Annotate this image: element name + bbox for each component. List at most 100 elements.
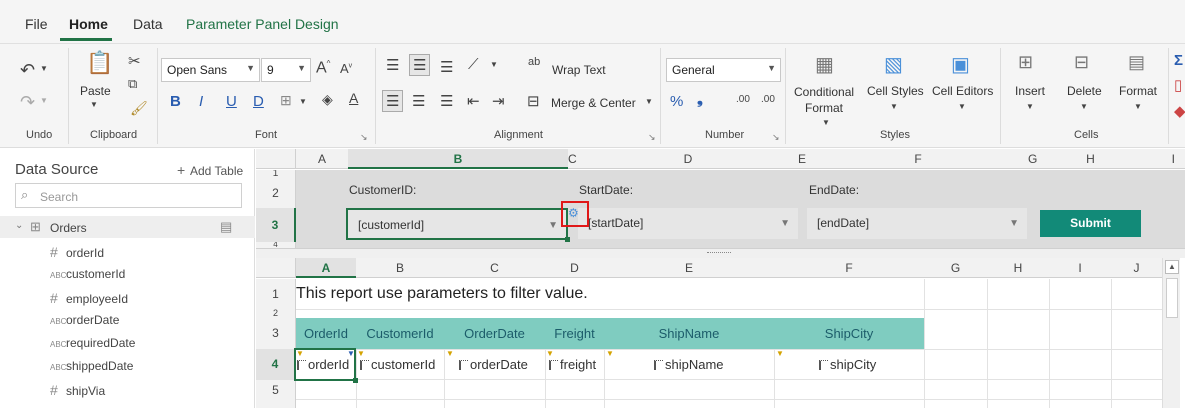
end-date-input[interactable]: [endDate] ▼ [807,208,1027,239]
increase-font-icon[interactable]: A^ [316,59,330,77]
tab-file[interactable]: File [25,16,48,32]
param-row-header[interactable]: 3 [256,208,296,242]
conditional-format-button[interactable]: Conditional Format [794,84,854,116]
sheet-row-header[interactable]: 4 [256,349,296,380]
sheet-column-header[interactable]: F [774,258,924,278]
param-column-header[interactable]: H [1038,149,1143,169]
sheet-column-header[interactable]: G [924,258,987,278]
tab-home[interactable]: Home [69,16,108,32]
border-icon[interactable]: ⊞ [280,92,292,109]
number-launcher-icon[interactable]: ↘ [772,132,780,143]
chevron-down-icon[interactable]: ▼ [1026,102,1034,111]
paste-button[interactable]: Paste [80,84,111,98]
paste-icon[interactable]: 📋 [86,50,113,76]
data-cell[interactable]: freight [549,350,604,379]
field-item[interactable]: # orderId [50,244,104,260]
chevron-down-icon[interactable]: ▼ [1080,102,1088,111]
chevron-down-icon[interactable]: ▼ [1134,102,1142,111]
field-item[interactable]: # shipVia [50,382,105,398]
alignment-launcher-icon[interactable]: ↘ [648,132,656,143]
redo-icon[interactable]: ↷ [20,92,35,113]
format-button[interactable]: Format [1119,84,1157,98]
select-all-corner[interactable] [256,258,296,278]
align-left-icon[interactable]: ☰ [382,90,404,112]
header-cell[interactable]: ShipCity [774,318,924,349]
param-column-header[interactable]: I [1143,149,1185,169]
merge-center-button[interactable]: Merge & Center [551,96,636,110]
undo-dropdown-icon[interactable]: ▼ [40,64,48,73]
sheet-column-header[interactable]: H [987,258,1049,278]
header-cell[interactable]: OrderDate [444,318,545,349]
data-cell[interactable]: shipName [654,350,774,379]
merge-center-icon[interactable]: ⊟ [527,92,540,110]
increase-decimal-icon[interactable]: .00 [736,94,750,105]
decrease-decimal-icon[interactable]: .00 [761,94,775,105]
sheet-row-header[interactable]: 5 [256,380,296,400]
sheet-column-header[interactable]: A [296,258,356,278]
plus-icon[interactable]: + [177,162,185,178]
border-dropdown-icon[interactable]: ▼ [299,97,307,106]
fill-icon[interactable]: ▯ [1174,76,1182,94]
sheet-row-header[interactable] [256,400,296,408]
table-row-orders[interactable]: ⌄ ⊞ Orders ▤ [0,216,255,238]
copy-icon[interactable]: ⧉ [128,76,137,92]
font-size-select[interactable]: 9 ▼ [261,58,311,82]
format-painter-icon[interactable]: 🖌 [130,100,148,117]
merge-dropdown-icon[interactable]: ▼ [645,97,653,106]
align-right-icon[interactable]: ☰ [440,92,453,110]
field-item[interactable]: ABCcustomerId [50,267,125,281]
decrease-indent-icon[interactable]: ⇤ [467,92,480,110]
fill-color-icon[interactable]: ◈ [322,91,333,108]
param-column-header[interactable]: E [798,149,808,169]
font-color-icon[interactable]: A [349,90,358,106]
data-cell[interactable]: customerId [360,350,444,379]
sheet-row-header[interactable]: 3 [256,318,296,349]
chevron-down-icon[interactable]: ▼ [890,102,898,111]
gear-icon[interactable]: ⚙ [568,206,579,220]
align-middle-icon[interactable]: ☰ [409,54,431,76]
font-launcher-icon[interactable]: ↘ [360,132,368,143]
param-column-header[interactable]: F [808,149,1028,169]
align-center-icon[interactable]: ☰ [412,92,425,110]
start-date-input[interactable]: [startDate] ▼ [578,208,798,239]
undo-icon[interactable]: ↶ [20,60,35,81]
param-row-header[interactable]: 2 [256,178,296,208]
data-cell[interactable]: shipCity [819,350,924,379]
align-bottom-icon[interactable]: ☰ [440,58,453,76]
underline-icon[interactable]: U [226,93,237,110]
param-column-header[interactable]: B [348,149,568,169]
sheet-column-header[interactable]: J [1111,258,1162,278]
table-settings-icon[interactable]: ▤ [220,219,232,235]
cell-editors-icon[interactable]: ▣ [951,52,970,77]
param-column-header[interactable]: D [578,149,798,169]
sheet-column-header[interactable]: E [604,258,774,278]
conditional-format-icon[interactable]: ▦ [815,52,834,77]
param-column-header[interactable]: A [296,149,348,169]
wrap-text-icon[interactable]: ab [528,56,540,68]
add-table-button[interactable]: Add Table [190,164,243,178]
cut-icon[interactable]: ✂ [128,52,141,70]
param-column-header[interactable]: G [1028,149,1038,169]
font-name-select[interactable]: Open Sans ▼ [161,58,260,82]
insert-icon[interactable]: ⊞ [1018,52,1033,73]
autosum-icon[interactable]: Σ [1174,52,1183,69]
tab-data[interactable]: Data [133,16,163,32]
italic-icon[interactable]: I [199,93,203,110]
sheet-column-header[interactable]: B [356,258,444,278]
redo-dropdown-icon[interactable]: ▼ [40,96,48,105]
orientation-dropdown-icon[interactable]: ▼ [490,60,498,69]
paste-dropdown-icon[interactable]: ▼ [90,100,98,109]
tab-parameter-panel-design[interactable]: Parameter Panel Design [186,16,339,32]
orientation-icon[interactable]: ⟋ [468,56,479,73]
cell-styles-button[interactable]: Cell Styles [867,84,924,98]
header-cell[interactable]: CustomerId [356,318,444,349]
header-cell[interactable]: Freight [545,318,604,349]
customer-id-input[interactable]: [customerId] ▼ [346,208,568,240]
data-cell[interactable]: orderDate [459,350,545,379]
field-item[interactable]: # employeeId [50,290,128,306]
comma-style-icon[interactable]: ❟ [697,91,703,108]
number-format-select[interactable]: General ▼ [666,58,781,82]
align-top-icon[interactable]: ☰ [386,56,399,74]
select-all-corner[interactable] [256,149,296,169]
insert-button[interactable]: Insert [1015,84,1045,98]
